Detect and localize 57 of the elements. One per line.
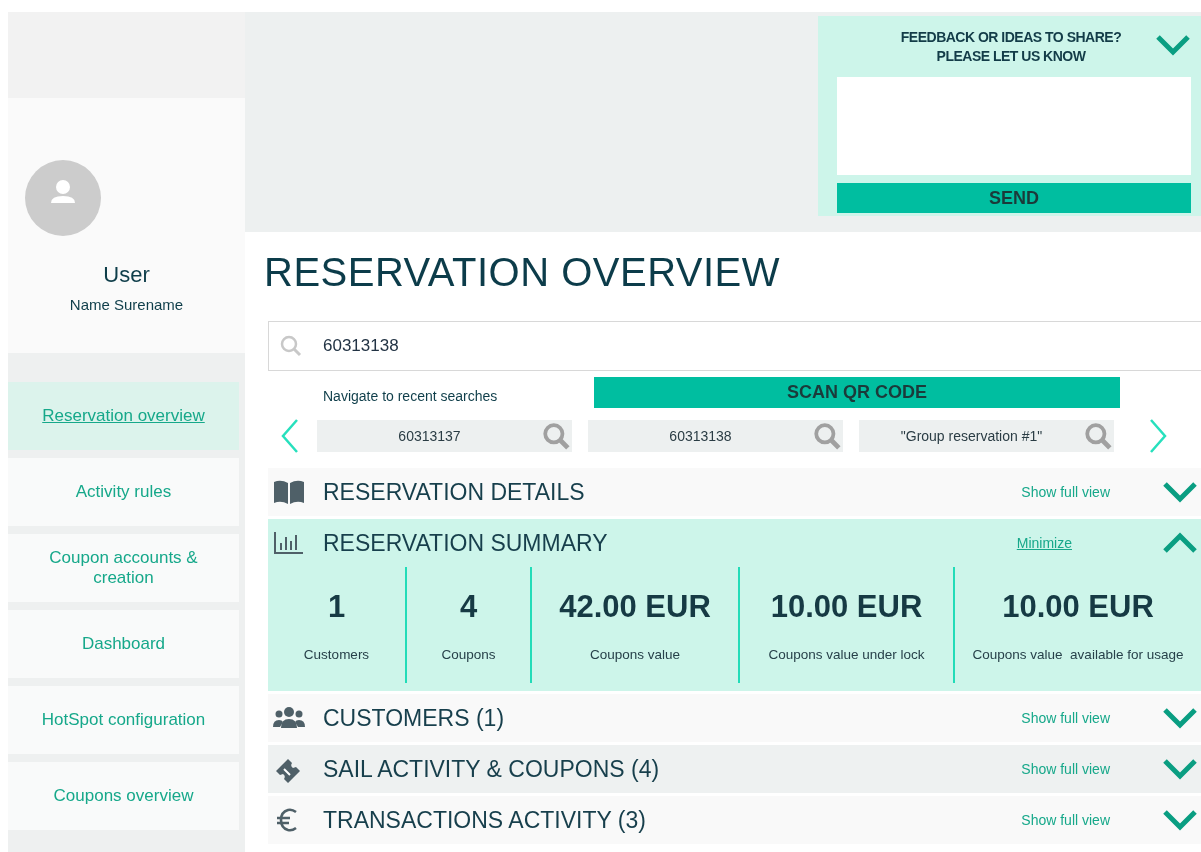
nav-item[interactable]: HotSpot configuration [8,686,239,754]
recent-search-text: 60313137 [397,428,462,444]
stat-label: Customers [303,646,370,662]
chevron-down-icon[interactable] [1162,758,1198,780]
search-icon[interactable] [542,422,570,450]
stat-value: 10.00 EUR [770,588,923,625]
nav-item[interactable]: Activity rules [8,458,239,526]
chevron-down-icon[interactable] [1162,707,1198,729]
section-link[interactable]: Minimize [1016,535,1072,551]
feedback-input[interactable] [837,77,1191,175]
nav-item[interactable]: Reservation overview [8,382,239,450]
section-link[interactable]: Show full view [1021,710,1110,726]
search-icon [279,334,303,358]
section-title: CUSTOMERS (1) [323,704,506,732]
recent-search-text: "Group reservation #1" [899,428,1044,444]
section-link[interactable]: Show full view [1021,812,1110,828]
recent-searches-label: Navigate to recent searches [322,387,499,404]
recent-search-chip[interactable]: 60313138 [588,420,843,452]
user-name: Name Surename [69,296,184,313]
section-link[interactable]: Show full view [1021,484,1110,500]
search-icon[interactable] [813,422,841,450]
nav-item[interactable]: Coupons overview [8,762,239,830]
chevron-icon[interactable] [1155,34,1191,56]
stat-label: Coupons value [589,646,681,662]
send-button[interactable]: SEND [837,183,1191,213]
search-field[interactable]: 60313138 [268,321,1201,371]
section-title: RESERVATION DETAILS [323,478,586,506]
page-title: RESERVATION OVERVIEW [264,250,782,295]
section-title: RESERVATION SUMMARY [323,529,609,557]
recent-search-text: 60313138 [668,428,733,444]
recent-search-chip[interactable]: 60313137 [317,420,572,452]
chevron-up-icon[interactable] [1162,532,1198,554]
chevron-down-icon[interactable] [1162,481,1198,503]
nav-item[interactable]: Coupon accounts & creation [8,534,239,602]
stat-label: Coupons value under lock [768,646,925,662]
stat-label: Coupons value available for usage [972,646,1184,662]
scan-qr-button[interactable]: SCAN QR CODE [594,377,1120,408]
stat-label: Coupons [441,646,496,662]
stat-value: 10.00 EUR [1002,588,1154,625]
chevron-left-icon[interactable] [280,418,300,454]
stat-value: 1 [327,588,346,625]
stat-value: 4 [459,588,478,625]
user-role: User [103,262,150,288]
section-link[interactable]: Show full view [1021,761,1110,777]
stat-value: 42.00 EUR [559,588,711,625]
section-title: TRANSACTIONS ACTIVITY (3) [323,806,647,834]
feedback-title: FEEDBACK OR IDEAS TO SHARE? [899,28,1123,47]
avatar-icon [25,160,101,236]
chevron-right-icon[interactable] [1148,418,1168,454]
nav-item[interactable]: Dashboard [8,610,239,678]
chevron-down-icon[interactable] [1162,809,1198,831]
recent-search-chip[interactable]: "Group reservation #1" [859,420,1114,452]
section-title: SAIL ACTIVITY & COUPONS (4) [323,755,661,783]
feedback-subtitle: PLEASE LET US KNOW [935,47,1087,66]
bar-chart-icon [272,529,306,557]
search-icon[interactable] [1084,422,1112,450]
book-icon [272,478,306,506]
